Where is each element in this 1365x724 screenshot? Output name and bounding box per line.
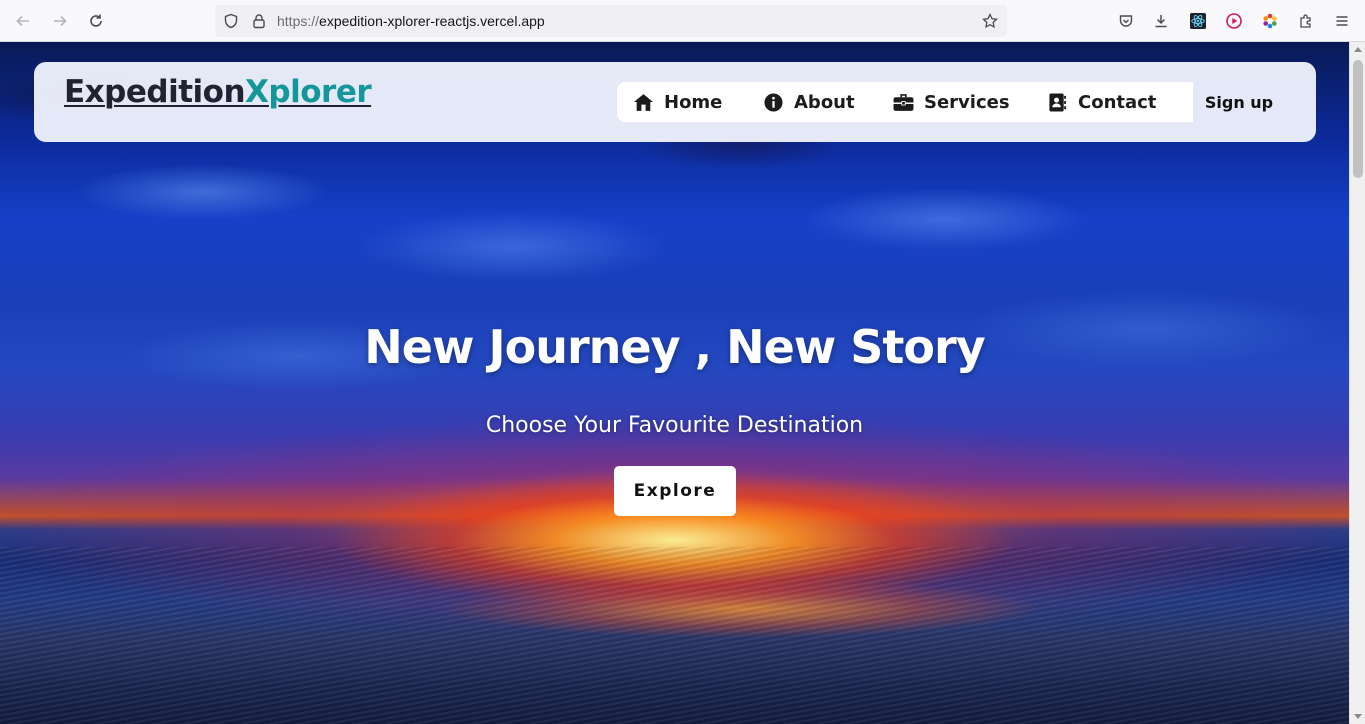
nav-services-label: Services	[924, 91, 1010, 113]
url-text[interactable]: https://expedition-xplorer-reactjs.verce…	[277, 13, 545, 29]
nav-home-link[interactable]: Home	[633, 82, 722, 122]
signup-button[interactable]: Sign up	[1193, 82, 1285, 122]
pocket-icon[interactable]	[1112, 7, 1140, 35]
logo-accent-text: Xplorer	[245, 74, 372, 110]
site-logo[interactable]: ExpeditionXplorer	[64, 74, 372, 110]
nav-about-label: About	[794, 91, 855, 113]
page-scrollbar[interactable]	[1349, 42, 1365, 724]
download-icon[interactable]	[1147, 7, 1175, 35]
hero-title: New Journey , New Story	[364, 320, 985, 374]
house-icon	[634, 93, 653, 111]
nav-contact-label: Contact	[1078, 91, 1157, 113]
beach-shore	[0, 547, 1349, 724]
address-bar[interactable]: https://expedition-xplorer-reactjs.verce…	[215, 5, 1007, 37]
lock-icon[interactable]	[251, 13, 267, 29]
explore-button[interactable]: Explore	[614, 466, 736, 516]
play-icon[interactable]	[1220, 7, 1248, 35]
info-circle-icon	[764, 92, 783, 112]
react-icon[interactable]	[1184, 7, 1212, 35]
scroll-up-arrow-icon[interactable]	[1354, 47, 1362, 52]
hamburger-menu-icon[interactable]	[1328, 7, 1356, 35]
hero-subtitle: Choose Your Favourite Destination	[485, 413, 864, 438]
hero-background: ExpeditionXplorer Home About Services Co…	[0, 42, 1349, 724]
logo-primary-text: Expedition	[64, 74, 246, 110]
address-card-icon	[1049, 92, 1067, 112]
nav-home-label: Home	[664, 91, 723, 113]
nav-links: Home About Services Contact	[617, 82, 1193, 122]
back-arrow-icon[interactable]	[9, 7, 37, 35]
color-wheel-icon[interactable]	[1256, 7, 1284, 35]
forward-arrow-icon[interactable]	[46, 7, 74, 35]
nav-contact-link[interactable]: Contact	[1047, 82, 1156, 122]
scrollbar-thumb[interactable]	[1353, 60, 1363, 178]
scroll-down-arrow-icon[interactable]	[1354, 714, 1362, 719]
star-icon[interactable]	[982, 12, 998, 29]
browser-toolbar: https://expedition-xplorer-reactjs.verce…	[0, 0, 1365, 42]
nav-services-link[interactable]: Services	[893, 82, 1010, 122]
tracking-protection-icon[interactable]	[223, 13, 239, 29]
puzzle-icon[interactable]	[1292, 7, 1320, 35]
site-navbar: ExpeditionXplorer Home About Services Co…	[34, 62, 1316, 142]
nav-about-link[interactable]: About	[763, 82, 855, 122]
briefcase-icon	[893, 93, 914, 111]
reload-icon[interactable]	[82, 7, 110, 35]
